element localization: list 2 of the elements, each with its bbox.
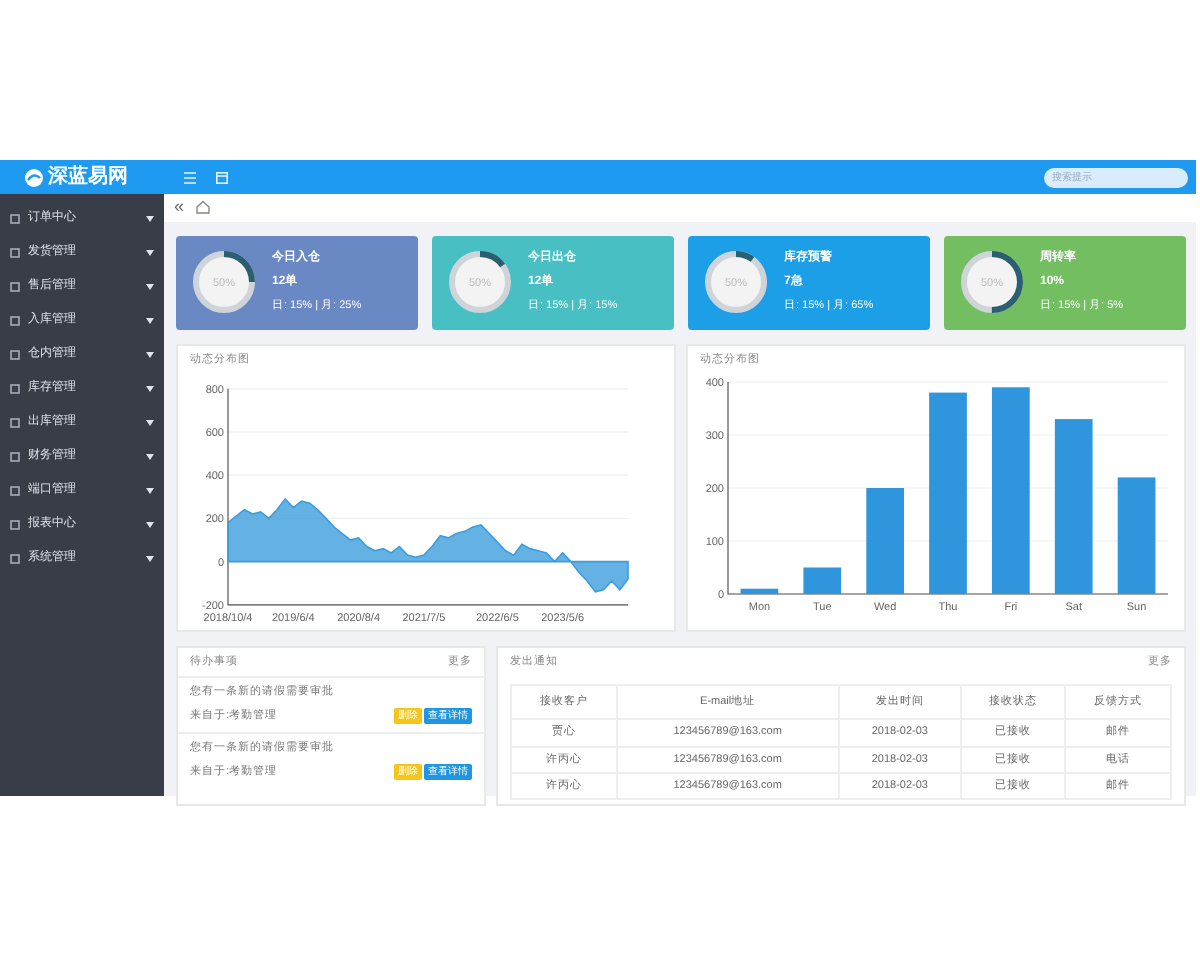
logo-text: 深蓝易网 (48, 163, 128, 192)
collapse-button[interactable]: « (174, 194, 185, 221)
